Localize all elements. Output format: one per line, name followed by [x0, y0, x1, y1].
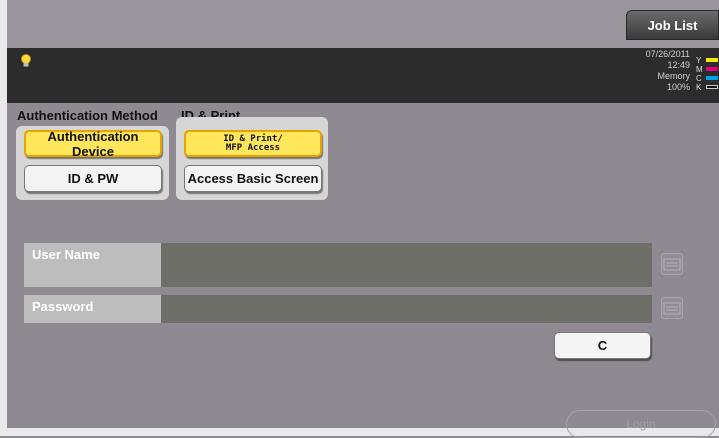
device-status: 07/26/2011 12:49 Memory 100% [600, 49, 690, 93]
screen-frame-left [0, 0, 7, 436]
user-name-label: User Name [24, 243, 161, 287]
authentication-device-button[interactable]: Authentication Device [24, 129, 162, 159]
toner-labels: Y M C K [696, 56, 706, 92]
login-button[interactable]: Login [566, 410, 716, 438]
password-keyboard-icon[interactable] [661, 297, 683, 319]
user-name-keyboard-icon[interactable] [661, 253, 683, 275]
user-name-input[interactable] [161, 243, 652, 287]
clear-button[interactable]: C [554, 332, 651, 359]
toner-level-yellow [706, 58, 718, 62]
status-time: 12:49 [667, 60, 690, 70]
toner-level-magenta [706, 67, 718, 71]
memory-value: 100% [666, 82, 690, 92]
top-bar [7, 0, 719, 48]
toner-label-c: C [696, 74, 702, 83]
keyboard-icon [663, 258, 681, 271]
toner-label-y: Y [696, 56, 702, 65]
password-label: Password [24, 295, 161, 323]
toner-level-black [706, 85, 718, 89]
id-print-mfp-access-button[interactable]: ID & Print/ MFP Access [184, 130, 322, 157]
password-input[interactable] [161, 295, 652, 323]
memory-label: Memory [657, 71, 690, 81]
lightbulb-icon [21, 54, 31, 67]
access-basic-screen-button[interactable]: Access Basic Screen [184, 165, 322, 192]
toner-level-cyan [706, 76, 718, 80]
toner-label-m: M [696, 65, 703, 74]
job-list-button[interactable]: Job List [626, 10, 719, 40]
toner-label-k: K [696, 83, 702, 92]
status-date: 07/26/2011 [645, 49, 690, 59]
mfp-line-2: MFP Access [225, 142, 281, 153]
auth-method-title: Authentication Method [17, 108, 158, 123]
id-pw-button[interactable]: ID & PW [24, 165, 162, 192]
keyboard-icon [663, 302, 681, 315]
